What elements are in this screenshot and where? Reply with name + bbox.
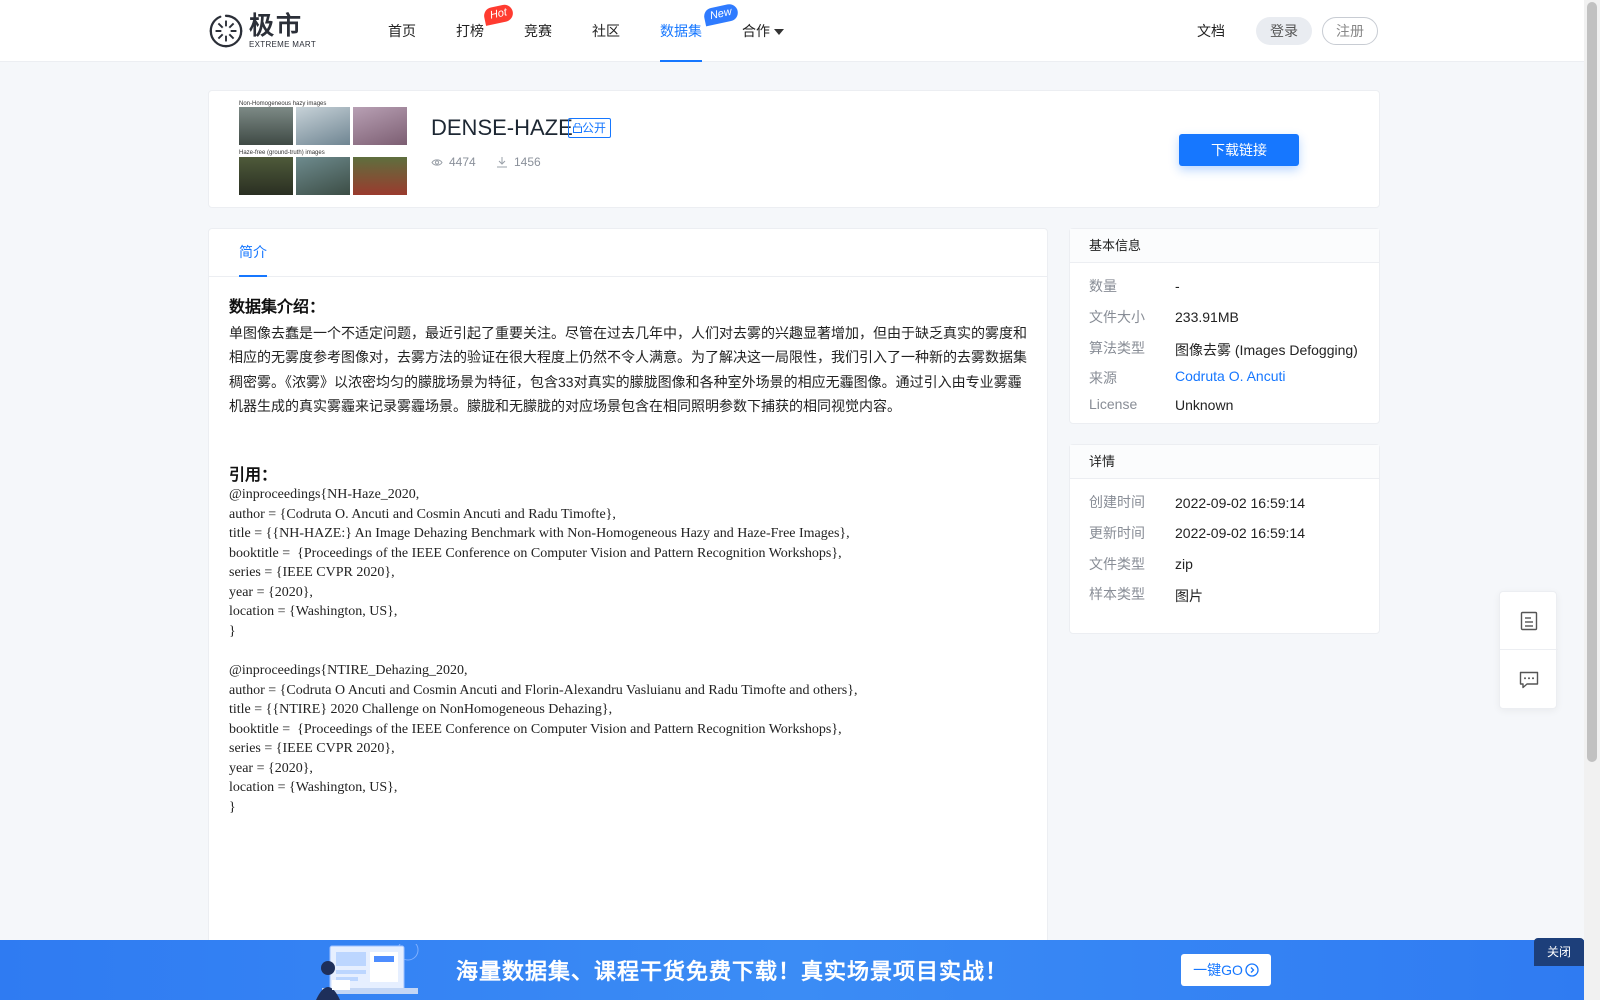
thumbnail-tile xyxy=(296,157,350,195)
arrow-right-circle-icon xyxy=(1245,963,1259,977)
nav-label: 首页 xyxy=(388,23,416,39)
register-button[interactable]: 注册 xyxy=(1322,17,1378,45)
detail-label: 创建时间 xyxy=(1089,494,1145,510)
hot-badge: Hot xyxy=(482,3,515,26)
downloads-count: 1456 xyxy=(514,155,541,169)
tab-intro[interactable]: 简介 xyxy=(239,229,267,277)
nav-label: 社区 xyxy=(592,23,620,39)
nav-label: 打榜 xyxy=(456,23,484,39)
basic-info-heading: 基本信息 xyxy=(1070,229,1379,263)
document-tool-button[interactable] xyxy=(1500,592,1558,650)
detail-value: 2022-09-02 16:59:14 xyxy=(1175,525,1305,541)
nav-label: 数据集 xyxy=(660,23,702,39)
logo-title: 极市 xyxy=(249,11,304,40)
thumbnail-tile xyxy=(353,157,407,195)
dataset-thumbnail: Non-Homogeneous hazy images Haze-free (g… xyxy=(239,101,409,201)
thumbnail-tile xyxy=(353,107,407,145)
close-banner-button[interactable]: 关闭 xyxy=(1534,938,1584,966)
dataset-header-card: Non-Homogeneous hazy images Haze-free (g… xyxy=(208,90,1380,208)
info-label: 算法类型 xyxy=(1089,340,1145,356)
public-badge-label: 公开 xyxy=(582,121,607,135)
nav-item-cooperation[interactable]: 合作 xyxy=(742,0,784,62)
views-stat: 4474 xyxy=(431,155,476,169)
public-badge: 公开 xyxy=(568,118,612,138)
feedback-tool-button[interactable] xyxy=(1500,651,1558,709)
download-link-button[interactable]: 下载链接 xyxy=(1179,134,1299,166)
floating-toolbar xyxy=(1499,591,1558,709)
detail-label: 文件类型 xyxy=(1089,556,1145,572)
info-label: 数量 xyxy=(1089,278,1117,294)
nav-item-competition[interactable]: 竞赛 xyxy=(524,0,552,62)
main-nav: 首页 打榜 Hot 竞赛 社区 数据集 New 合作 xyxy=(388,0,824,62)
details-card: 详情 创建时间 2022-09-02 16:59:14 更新时间 2022-09… xyxy=(1069,444,1380,634)
citation-block: @inproceedings{NH-Haze_2020, author = {C… xyxy=(229,487,850,639)
info-label: License xyxy=(1089,396,1138,412)
views-count: 4474 xyxy=(449,155,476,169)
new-badge: New xyxy=(702,2,740,27)
thumbnail-caption: Haze-free (ground-truth) images xyxy=(239,150,325,156)
page-scrollbar[interactable] xyxy=(1584,0,1600,1000)
top-navbar: 极市 EXTREME MART 首页 打榜 Hot 竞赛 社区 数据集 New … xyxy=(0,0,1584,62)
detail-value: 2022-09-02 16:59:14 xyxy=(1175,495,1305,511)
downloads-stat: 1456 xyxy=(496,155,541,169)
go-button-label: 一键GO xyxy=(1193,962,1243,978)
info-value: 图像去雾 (Images Defogging) xyxy=(1175,342,1358,358)
source-link[interactable]: Codruta O. Ancuti xyxy=(1175,368,1286,384)
thumbnail-tile xyxy=(296,107,350,145)
nav-item-home[interactable]: 首页 xyxy=(388,0,416,62)
one-click-go-button[interactable]: 一键GO xyxy=(1181,954,1271,986)
docs-link[interactable]: 文档 xyxy=(1197,0,1225,62)
details-heading: 详情 xyxy=(1070,445,1379,479)
detail-value: zip xyxy=(1175,556,1193,572)
logo-subtitle: EXTREME MART xyxy=(249,39,317,49)
detail-label: 样本类型 xyxy=(1089,586,1145,602)
dataset-content-card: 简介 数据集介绍： 单图像去蠢是一个不适定问题，最近引起了重要关注。尽管在过去几… xyxy=(208,228,1048,988)
scrollbar-thumb[interactable] xyxy=(1587,2,1597,762)
site-logo[interactable]: 极市 EXTREME MART xyxy=(207,12,316,50)
basic-info-card: 基本信息 数量 - 文件大小 233.91MB 算法类型 图像去雾 (Image… xyxy=(1069,228,1380,424)
banner-illustration xyxy=(316,944,419,1000)
citation-heading: 引用： xyxy=(229,467,278,484)
logo-mark-icon xyxy=(209,14,243,48)
nav-label: 合作 xyxy=(742,23,770,39)
info-value: Unknown xyxy=(1175,397,1234,413)
message-icon xyxy=(1519,671,1539,689)
nav-item-leaderboard[interactable]: 打榜 Hot xyxy=(456,0,515,62)
thumbnail-tile xyxy=(239,107,293,145)
info-value: 233.91MB xyxy=(1175,309,1239,325)
info-label: 来源 xyxy=(1089,370,1117,386)
download-icon xyxy=(497,157,507,168)
thumbnail-tile xyxy=(239,157,293,195)
eye-icon xyxy=(431,158,443,166)
content-tabs: 简介 xyxy=(209,229,1047,277)
nav-item-community[interactable]: 社区 xyxy=(592,0,620,62)
dataset-title: DENSE-HAZE xyxy=(431,115,573,140)
lock-icon xyxy=(573,122,582,133)
info-value: - xyxy=(1175,278,1180,294)
detail-value: 图片 xyxy=(1175,588,1203,604)
intro-heading: 数据集介绍： xyxy=(229,299,326,316)
intro-text: 单图像去蠢是一个不适定问题，最近引起了重要关注。尽管在过去几年中，人们对去雾的兴… xyxy=(229,325,1027,414)
promo-text: 海量数据集、课程干货免费下载！真实场景项目实战！ xyxy=(456,959,1009,984)
login-button[interactable]: 登录 xyxy=(1256,17,1312,45)
document-icon xyxy=(1520,611,1538,630)
promo-banner: 海量数据集、课程干货免费下载！真实场景项目实战！ 一键GO xyxy=(0,940,1584,1000)
detail-label: 更新时间 xyxy=(1089,525,1145,541)
nav-label: 竞赛 xyxy=(524,23,552,39)
nav-item-datasets[interactable]: 数据集 New xyxy=(660,0,740,62)
citation-block: @inproceedings{NTIRE_Dehazing_2020, auth… xyxy=(229,663,858,815)
chevron-down-icon xyxy=(774,29,784,36)
info-label: 文件大小 xyxy=(1089,309,1145,325)
